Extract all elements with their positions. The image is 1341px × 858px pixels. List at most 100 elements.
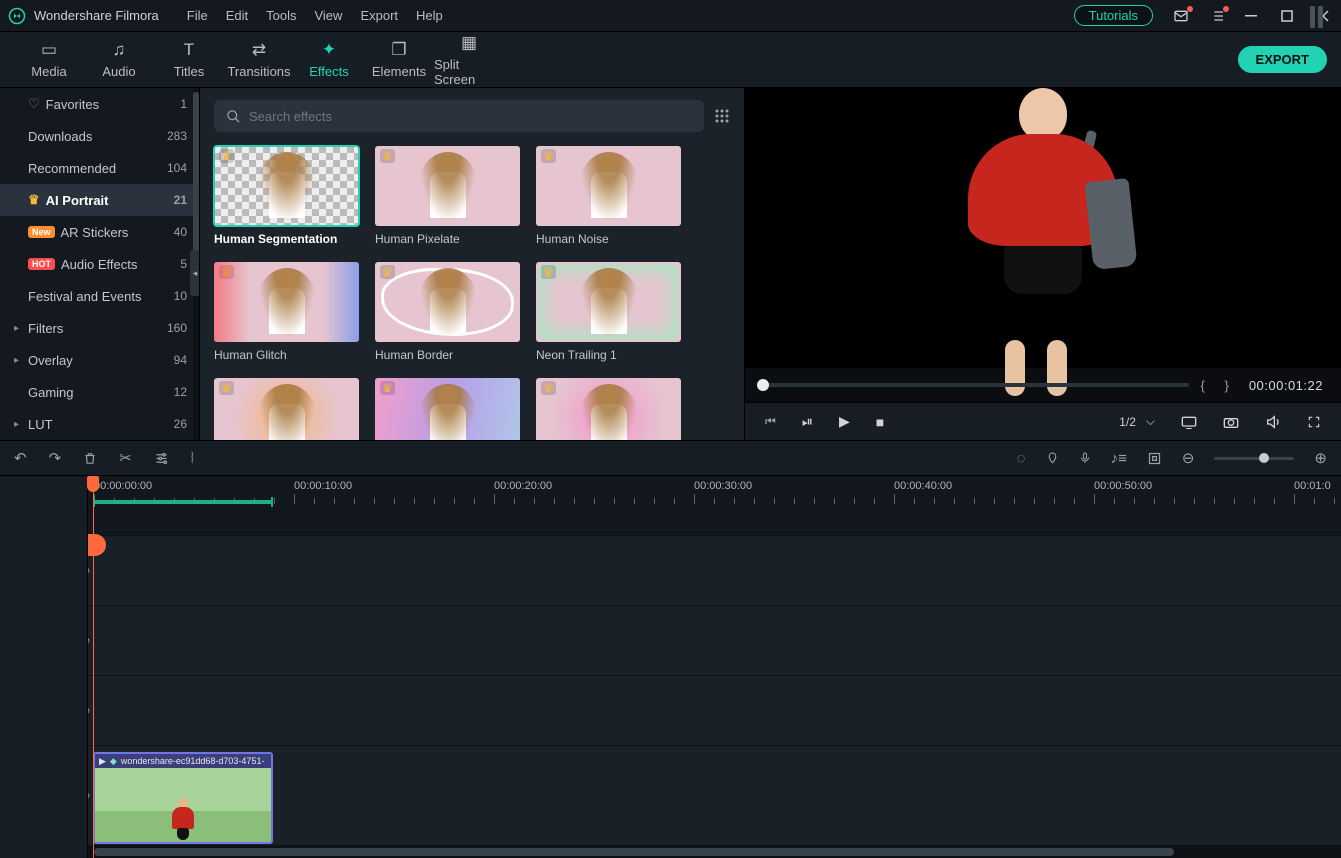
sidebar-item-favorites[interactable]: ♡Favorites1	[0, 88, 199, 120]
tab-transitions[interactable]: ⇄Transitions	[224, 40, 294, 79]
timeline-clip[interactable]: ▶◆wondershare-ec91dd68-d703-4751-	[93, 752, 273, 844]
fullscreen-icon[interactable]	[1307, 415, 1321, 429]
splitscreen-icon: ▦	[461, 33, 477, 53]
effect-thumb[interactable]: ♛	[536, 146, 681, 226]
sidebar-item-overlay[interactable]: ▸Overlay94	[0, 344, 199, 376]
zoom-slider[interactable]	[1214, 457, 1294, 460]
sidebar-item-downloads[interactable]: Downloads283	[0, 120, 199, 152]
sidebar-item-ar-stickers[interactable]: NewAR Stickers40	[0, 216, 199, 248]
snapshot-icon[interactable]	[1223, 415, 1239, 429]
zoom-in-icon[interactable]: ⊕	[1314, 449, 1327, 467]
record-voice-icon[interactable]	[1079, 450, 1091, 466]
timeline-toolbar: ↶ ↷ ✂ ⦚ ◌ ♪≡ ⊖ ⊕	[0, 440, 1341, 476]
effect-card[interactable]: ♛Human Border	[375, 262, 520, 362]
crop-icon[interactable]	[1147, 451, 1162, 466]
undo-icon[interactable]: ↶	[14, 449, 27, 467]
display-icon[interactable]	[1181, 415, 1197, 429]
tab-titles[interactable]: TTitles	[154, 40, 224, 79]
sidebar-item-audio-effects[interactable]: HOTAudio Effects5	[0, 248, 199, 280]
effect-card[interactable]: ♛	[536, 378, 681, 440]
sidebar-item-label: Audio Effects	[61, 257, 137, 272]
ruler-label: 00:00:10:00	[294, 480, 352, 492]
render-icon[interactable]: ◌	[1017, 450, 1026, 467]
audio-mixer-icon[interactable]: ♪≡	[1111, 450, 1127, 467]
menu-help[interactable]: Help	[416, 8, 443, 23]
menu-view[interactable]: View	[314, 8, 342, 23]
volume-icon[interactable]	[1265, 414, 1281, 430]
preview-ratio-dropdown[interactable]: 1/2⌵	[1119, 414, 1155, 429]
zoom-out-icon[interactable]: ⊖	[1182, 449, 1195, 467]
tab-audio[interactable]: ♫Audio	[84, 40, 154, 79]
preview-viewer[interactable]	[745, 88, 1341, 368]
track-row[interactable]: ▸3🔓👁	[0, 606, 1341, 676]
adjust-icon[interactable]	[154, 451, 169, 466]
play-icon[interactable]: ▶	[839, 413, 850, 430]
export-button[interactable]: EXPORT	[1238, 46, 1327, 73]
search-effects-box[interactable]	[214, 100, 704, 132]
stop-icon[interactable]: ■	[876, 414, 884, 430]
tasks-icon[interactable]	[1209, 8, 1225, 24]
marker-icon[interactable]	[1046, 451, 1059, 466]
delete-icon[interactable]	[83, 451, 97, 466]
tab-splitscreen[interactable]: ▦Split Screen	[434, 33, 504, 87]
effect-thumb[interactable]: ♛	[375, 146, 520, 226]
window-maximize-icon[interactable]	[1281, 10, 1297, 22]
redo-icon[interactable]: ↷	[49, 449, 62, 467]
sidebar-item-ai-portrait[interactable]: ♛AI Portrait21	[0, 184, 199, 216]
sidebar-item-recommended[interactable]: Recommended104	[0, 152, 199, 184]
sidebar-item-lut[interactable]: ▸LUT26	[0, 408, 199, 440]
tab-label: Media	[31, 64, 66, 79]
play-pause-icon[interactable]: ⏯	[802, 413, 813, 430]
effect-card[interactable]: ♛Human Noise	[536, 146, 681, 246]
effect-thumb[interactable]: ♛	[214, 146, 359, 226]
prev-frame-icon[interactable]: ⏮	[765, 414, 776, 429]
sidebar-item-filters[interactable]: ▸Filters160	[0, 312, 199, 344]
tab-elements[interactable]: ❐Elements	[364, 40, 434, 79]
track-row[interactable]: ▸2🔓👁	[0, 676, 1341, 746]
sidebar-item-gaming[interactable]: Gaming12	[0, 376, 199, 408]
effect-thumb[interactable]: ♛	[214, 262, 359, 342]
menu-edit[interactable]: Edit	[226, 8, 248, 23]
effect-card[interactable]: ♛Human Pixelate	[375, 146, 520, 246]
effect-thumb[interactable]: ♛	[536, 262, 681, 342]
sidebar-collapse-handle[interactable]: ◂	[190, 250, 200, 296]
effect-thumb[interactable]: ♛	[375, 378, 520, 440]
timeline-h-scrollbar[interactable]	[88, 846, 1341, 858]
effect-card[interactable]: ♛	[214, 378, 359, 440]
effect-card[interactable]: ♛Neon Trailing 1	[536, 262, 681, 362]
chevron-right-icon: ▸	[14, 419, 24, 430]
effect-card[interactable]: ♛	[375, 378, 520, 440]
grid-view-icon[interactable]	[714, 108, 730, 124]
effect-card[interactable]: ♛Human Segmentation	[214, 146, 359, 246]
menu-export[interactable]: Export	[360, 8, 398, 23]
timeline-layout-icon[interactable]	[1310, 6, 1323, 28]
effect-card[interactable]: ♛Human Glitch	[214, 262, 359, 362]
timeline-left-gutter	[0, 476, 88, 858]
ruler-label: 00:00:50:00	[1094, 480, 1152, 492]
preview-progress-bar[interactable]	[763, 383, 1189, 387]
messages-icon[interactable]	[1173, 8, 1189, 24]
audio-wave-icon[interactable]: ⦚	[191, 450, 194, 467]
menu-file[interactable]: File	[187, 8, 208, 23]
effect-thumb[interactable]: ♛	[536, 378, 681, 440]
crown-icon: ♛	[380, 265, 395, 279]
preview-panel: { } 00:00:01:22 ⏮ ⏯ ▶ ■ 1/2⌵	[745, 88, 1341, 440]
marker-track	[0, 504, 1341, 536]
split-icon[interactable]: ✂	[119, 449, 132, 467]
tutorials-button[interactable]: Tutorials	[1074, 5, 1153, 26]
tab-effects[interactable]: ✦Effects	[294, 40, 364, 79]
category-sidebar: ♡Favorites1Downloads283Recommended104♛AI…	[0, 88, 200, 440]
tab-label: Effects	[309, 64, 349, 79]
in-out-region[interactable]	[93, 500, 273, 504]
track-row[interactable]: ▸4🔓👁	[0, 536, 1341, 606]
window-minimize-icon[interactable]	[1245, 10, 1261, 22]
app-logo-icon	[8, 7, 26, 25]
sidebar-item-count: 12	[174, 385, 187, 399]
tab-media[interactable]: ▭Media	[14, 40, 84, 79]
timeline-ruler[interactable]: 00:00:00:0000:00:10:0000:00:20:0000:00:3…	[88, 476, 1341, 504]
search-input[interactable]	[249, 109, 692, 124]
effect-thumb[interactable]: ♛	[375, 262, 520, 342]
menu-tools[interactable]: Tools	[266, 8, 296, 23]
effect-thumb[interactable]: ♛	[214, 378, 359, 440]
sidebar-item-festival-and-events[interactable]: Festival and Events10	[0, 280, 199, 312]
